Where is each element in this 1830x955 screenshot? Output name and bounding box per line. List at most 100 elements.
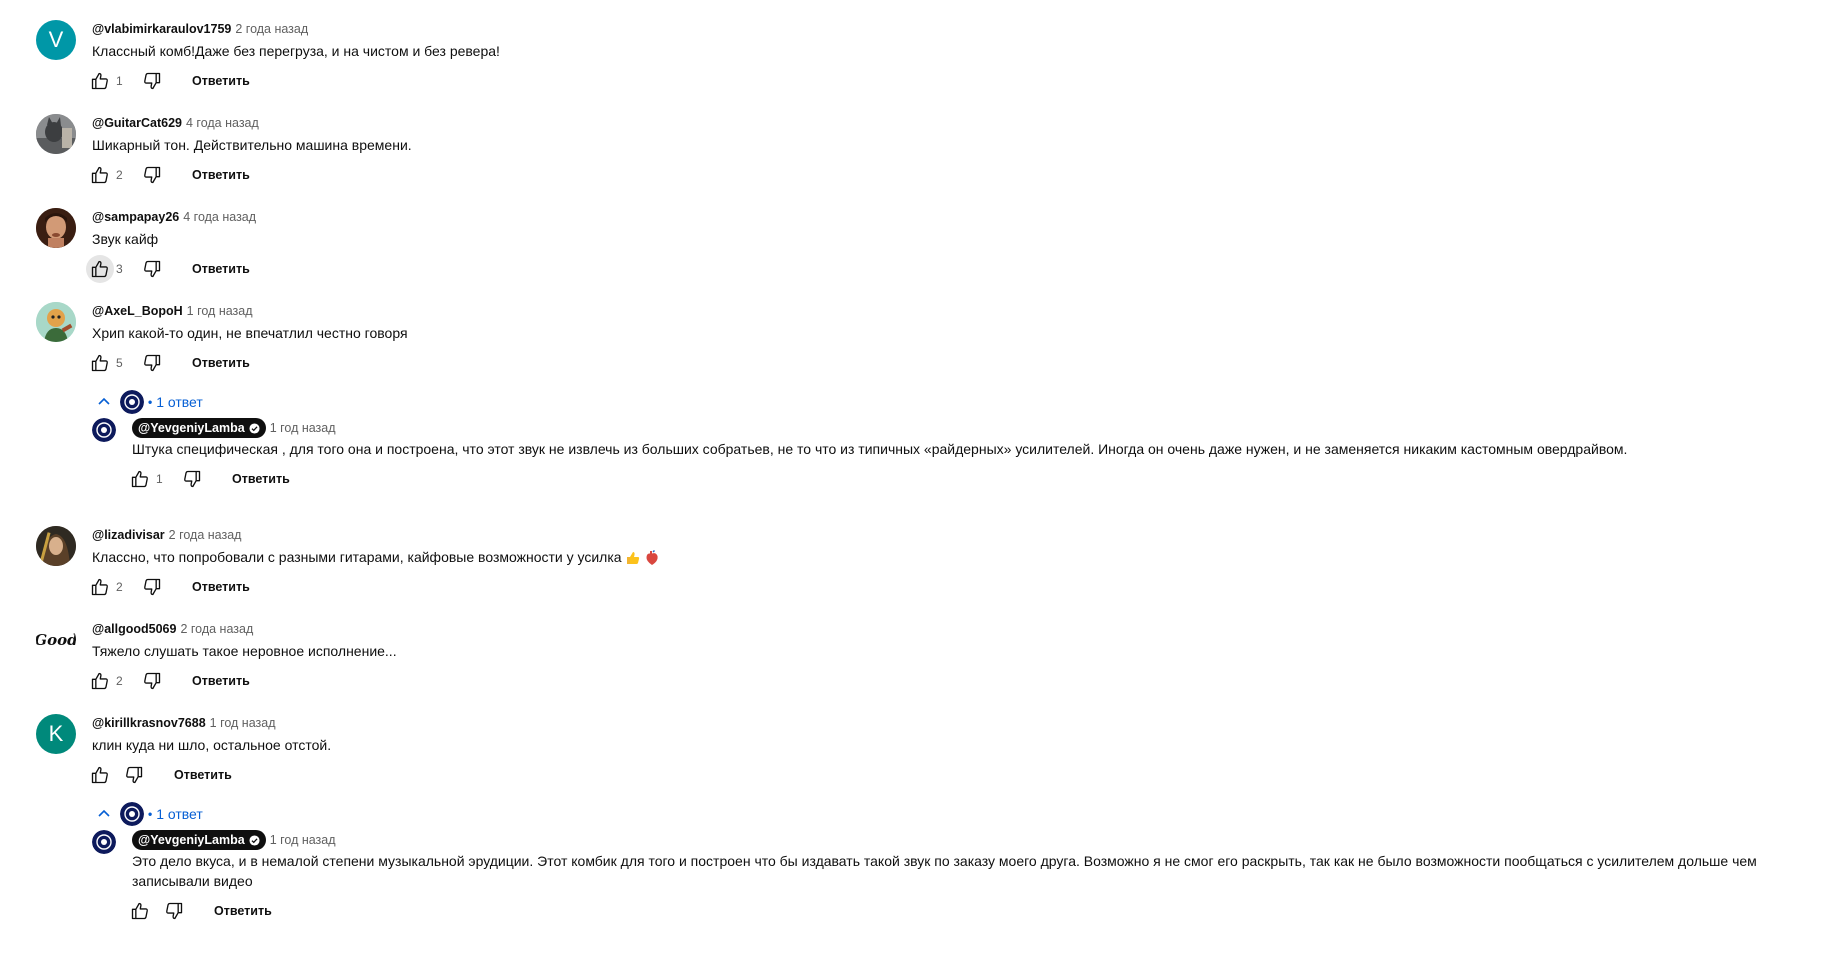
like-button[interactable] (86, 161, 114, 189)
avatar-letter: V (48, 27, 64, 52)
comment-actions: 5 Ответить (91, 349, 1816, 377)
avatar-letter: K (48, 721, 64, 746)
dislike-button[interactable] (138, 67, 166, 95)
comment-text: Тяжело слушать такое неровное исполнение… (92, 643, 397, 659)
comment-author[interactable]: @sampapay26 (92, 210, 179, 224)
dislike-button[interactable] (138, 349, 166, 377)
like-button[interactable] (86, 667, 114, 695)
like-button[interactable] (126, 465, 154, 493)
replies-count: 1 ответ (156, 394, 203, 410)
like-button[interactable] (86, 573, 114, 601)
dislike-button[interactable] (138, 255, 166, 283)
dislike-button[interactable] (138, 667, 166, 695)
comments-feed: V @vlabimirkaraulov1759 2 года назад Клас… (0, 0, 1830, 955)
thumb-down-icon (142, 353, 162, 373)
replies-toggle[interactable]: • 1 ответ (92, 800, 203, 828)
channel-logo-avatar (92, 418, 116, 442)
avatar[interactable] (92, 418, 116, 442)
avatar[interactable]: K (36, 714, 76, 754)
thumb-down-icon (142, 671, 162, 691)
comment-actions: 3 Ответить (86, 255, 1816, 283)
dislike-button[interactable] (120, 761, 148, 789)
comment-author[interactable]: @kirillkrasnov7688 (92, 716, 206, 730)
reply-button[interactable]: Ответить (184, 574, 258, 600)
comment-author[interactable]: @AxeL_BopoH (92, 304, 183, 318)
like-count: 2 (116, 168, 123, 182)
reply-button[interactable]: Ответить (206, 898, 280, 924)
comment-time[interactable]: 2 года назад (169, 528, 242, 542)
channel-owner-avatar (120, 390, 144, 414)
like-button[interactable] (86, 349, 114, 377)
like-count: 3 (116, 262, 123, 276)
like-count: 2 (116, 674, 123, 688)
comment-author[interactable]: @lizadivisar (92, 528, 165, 542)
thumb-up-icon (90, 671, 110, 691)
thumb-up-icon (90, 577, 110, 597)
anatomical-heart-emoji (645, 550, 659, 566)
thumb-up-icon (90, 71, 110, 91)
dislike-button[interactable] (178, 465, 206, 493)
comment-actions: Ответить (91, 761, 1816, 789)
owner-name: @YevgeniyLamba (138, 833, 245, 847)
thumb-down-icon (142, 259, 162, 279)
comment-text: Шикарный тон. Действительно машина време… (92, 137, 412, 153)
reply-button[interactable]: Ответить (184, 668, 258, 694)
comment-author-owner[interactable]: @YevgeniyLamba (132, 830, 266, 850)
comment-author[interactable]: @GuitarCat629 (92, 116, 182, 130)
thumb-down-icon (124, 765, 144, 785)
thumb-down-icon (142, 577, 162, 597)
like-button[interactable] (126, 897, 154, 925)
comment-author[interactable]: @vlabimirkaraulov1759 (92, 22, 231, 36)
like-count: 2 (116, 580, 123, 594)
avatar[interactable]: Good (36, 620, 76, 660)
thumbs-up-emoji (625, 550, 641, 566)
comment-actions: 2 Ответить (91, 667, 1816, 695)
comment-author[interactable]: @allgood5069 (92, 622, 176, 636)
comment-time[interactable]: 1 год назад (187, 304, 253, 318)
replies-toggle[interactable]: • 1 ответ (92, 388, 203, 416)
thumb-up-icon (90, 765, 110, 785)
avatar[interactable] (36, 302, 76, 342)
reply-button[interactable]: Ответить (166, 762, 240, 788)
reply-button[interactable]: Ответить (184, 162, 258, 188)
dislike-button[interactable] (160, 897, 188, 925)
comment-time[interactable]: 1 год назад (270, 833, 336, 847)
channel-owner-avatar (120, 802, 144, 826)
separator-dot: • (148, 395, 153, 409)
comment-time[interactable]: 1 год назад (210, 716, 276, 730)
comment-time[interactable]: 4 года назад (186, 116, 259, 130)
owner-name: @YevgeniyLamba (138, 421, 245, 435)
avatar[interactable] (36, 526, 76, 566)
replies-count: 1 ответ (156, 806, 203, 822)
reply-button[interactable]: Ответить (184, 68, 258, 94)
like-count: 1 (156, 472, 163, 486)
comment-actions: 1 Ответить (131, 465, 1812, 493)
comment-text: Штука специфическая , для того она и пос… (132, 441, 1628, 457)
thumb-up-icon (130, 901, 150, 921)
avatar[interactable] (92, 830, 116, 854)
comment-author-owner[interactable]: @YevgeniyLamba (132, 418, 266, 438)
comment-text: клин куда ни шло, остальное отстой. (92, 737, 332, 753)
avatar[interactable] (36, 208, 76, 248)
avatar[interactable] (36, 114, 76, 154)
avatar[interactable]: V (36, 20, 76, 60)
reply-button[interactable]: Ответить (184, 256, 258, 282)
thumb-up-icon (90, 165, 110, 185)
reply-button[interactable]: Ответить (184, 350, 258, 376)
like-button[interactable] (86, 255, 114, 283)
person-photo-avatar (36, 526, 76, 566)
reply-button[interactable]: Ответить (224, 466, 298, 492)
like-button[interactable] (86, 67, 114, 95)
comment-time[interactable]: 2 года назад (180, 622, 253, 636)
comment-time[interactable]: 4 года назад (183, 210, 256, 224)
thumb-down-icon (164, 901, 184, 921)
comment-actions: 1 Ответить (91, 67, 1816, 95)
comment-time[interactable]: 1 год назад (270, 421, 336, 435)
thumb-up-icon (130, 469, 150, 489)
dislike-button[interactable] (138, 573, 166, 601)
comment-actions: Ответить (131, 897, 1812, 925)
comment-text: Классный комб!Даже без перегруза, и на ч… (92, 43, 500, 59)
comment-time[interactable]: 2 года назад (235, 22, 308, 36)
like-button[interactable] (86, 761, 114, 789)
dislike-button[interactable] (138, 161, 166, 189)
